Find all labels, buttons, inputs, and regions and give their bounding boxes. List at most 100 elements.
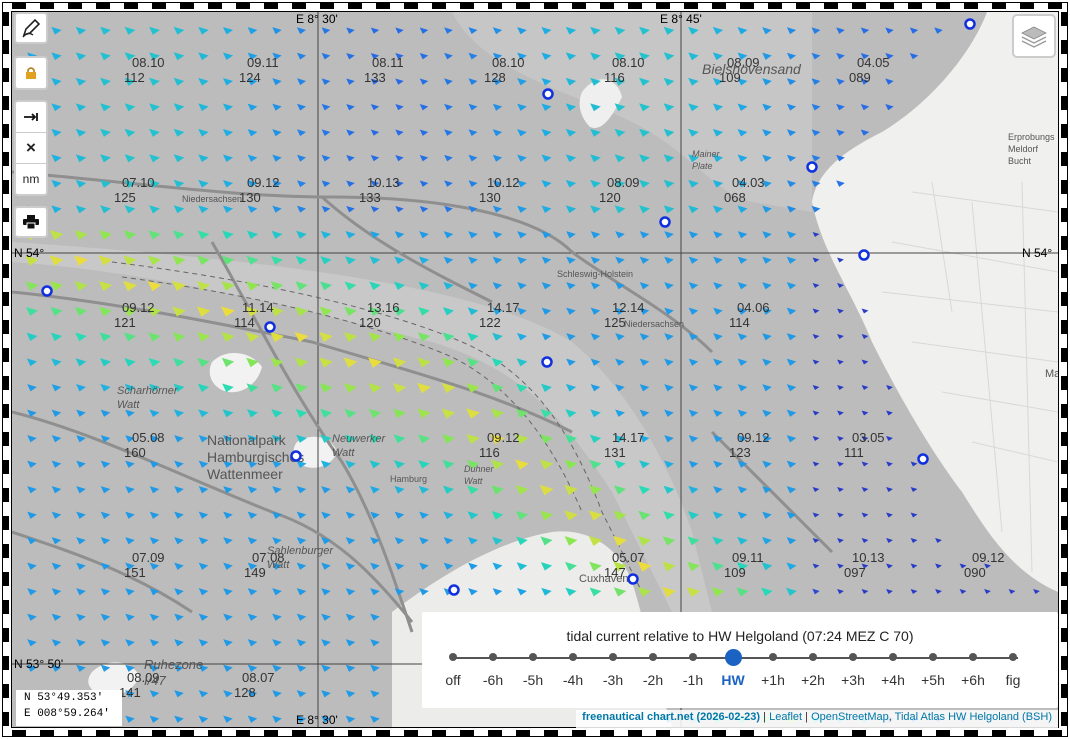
current-direction-label: 109 — [724, 565, 746, 580]
place-name-nationalpark: Nationalpark — [207, 432, 287, 448]
layers-button[interactable] — [1012, 14, 1056, 58]
current-speed-label: 07.09 — [132, 550, 165, 565]
tide-step-label--4h[interactable]: -4h — [553, 672, 593, 688]
tide-station-marker[interactable] — [627, 573, 639, 585]
arrow-right-bar-icon — [24, 113, 38, 121]
tide-step-dot-off[interactable] — [449, 653, 457, 661]
attribution: freenautical chart.net (2026-02-23) | Le… — [576, 710, 1058, 730]
tide-panel: tidal current relative to HW Helgoland (… — [422, 612, 1058, 708]
tide-step-dot--6h[interactable] — [489, 653, 497, 661]
place-name-duhner_watt: Watt — [464, 476, 483, 486]
tide-step-dot--2h[interactable] — [649, 653, 657, 661]
current-direction-label: 123 — [729, 445, 751, 460]
tide-step-label-+1h[interactable]: +1h — [753, 672, 793, 688]
tide-step-label-+4h[interactable]: +4h — [873, 672, 913, 688]
tide-step-dot--4h[interactable] — [569, 653, 577, 661]
attribution-osm-link[interactable]: OpenStreetMap — [811, 711, 889, 723]
tide-step-label-fig[interactable]: fig — [993, 672, 1033, 688]
tide-station-marker[interactable] — [806, 161, 818, 173]
tide-step-dot--1h[interactable] — [689, 653, 697, 661]
current-speed-label: 14.17 — [487, 300, 520, 315]
tide-step-dot-HW[interactable] — [724, 649, 742, 666]
tide-step-label-+5h[interactable]: +5h — [913, 672, 953, 688]
current-speed-label: 09.11 — [247, 55, 279, 70]
current-speed-label: 10.13 — [852, 550, 885, 565]
current-speed-label: 09.11 — [732, 550, 764, 565]
tide-step-dot-+1h[interactable] — [769, 653, 777, 661]
current-direction-label: 133 — [364, 70, 386, 85]
current-speed-label: 10.12 — [487, 175, 520, 190]
current-direction-label: 131 — [604, 445, 626, 460]
place-name-erprobungsstelle: Meldorf — [1008, 144, 1039, 154]
place-name-scharhorner_watt: Scharhörner — [117, 385, 179, 397]
current-direction-label: 122 — [479, 315, 501, 330]
tide-step-label-+3h[interactable]: +3h — [833, 672, 873, 688]
tide-step-dot-fig[interactable] — [1009, 653, 1017, 661]
tide-step-label-+6h[interactable]: +6h — [953, 672, 993, 688]
current-speed-label: 03.05 — [852, 430, 885, 445]
grid-label-lat-left-1: N 54° — [14, 246, 45, 260]
place-name-duhner_watt: Duhner — [464, 464, 495, 474]
tide-step-dot-+4h[interactable] — [889, 653, 897, 661]
current-speed-label: 08.09 — [607, 175, 640, 190]
current-direction-label: 068 — [724, 190, 746, 205]
current-direction-label: 116 — [604, 70, 625, 85]
current-speed-label: 04.06 — [737, 300, 770, 315]
tide-station-marker[interactable] — [541, 356, 553, 368]
tide-station-marker[interactable] — [264, 321, 276, 333]
tide-step-label--6h[interactable]: -6h — [473, 672, 513, 688]
print-button[interactable] — [16, 208, 46, 236]
tide-step-dot-+2h[interactable] — [809, 653, 817, 661]
tide-step-label--5h[interactable]: -5h — [513, 672, 553, 688]
place-name-erprobungsstelle: Bucht — [1008, 156, 1032, 166]
tide-station-marker[interactable] — [448, 584, 460, 596]
tide-station-marker[interactable] — [659, 216, 671, 228]
tide-station-marker[interactable] — [858, 249, 870, 261]
place-name-sahlenburger_watt: Watt — [267, 559, 290, 571]
tide-step-dot--5h[interactable] — [529, 653, 537, 661]
tide-step-label--1h[interactable]: -1h — [673, 672, 713, 688]
tide-step-label-HW[interactable]: HW — [713, 672, 753, 688]
attribution-sep: | — [802, 711, 812, 723]
attribution-leaflet-link[interactable]: Leaflet — [769, 711, 802, 723]
tide-step-label--3h[interactable]: -3h — [593, 672, 633, 688]
measure-button[interactable] — [16, 102, 46, 133]
pencil-icon — [22, 18, 41, 38]
tide-step-label--2h[interactable]: -2h — [633, 672, 673, 688]
tide-step-dot-+3h[interactable] — [849, 653, 857, 661]
tide-station-marker[interactable] — [964, 18, 976, 30]
current-direction-label: 111 — [844, 445, 864, 460]
current-direction-label: 133 — [359, 190, 381, 205]
tide-station-marker[interactable] — [542, 88, 554, 100]
tide-step-dot--3h[interactable] — [609, 653, 617, 661]
lock-button[interactable] — [16, 58, 46, 88]
current-speed-label: 14.17 — [612, 430, 645, 445]
current-speed-label: 05.08 — [132, 430, 165, 445]
current-direction-label: 149 — [244, 565, 266, 580]
grid-label-lat-right-1: N 54° — [1022, 246, 1053, 260]
attribution-atlas-link[interactable]: Tidal Atlas HW Helgoland (BSH) — [895, 711, 1052, 723]
place-name-mainer_plate: Mainer — [692, 149, 721, 159]
place-name-niedersachsen_1: Niedersachsen — [182, 194, 242, 204]
place-name-rubezone: I/47 — [144, 673, 166, 688]
current-speed-label: 12.14 — [612, 300, 645, 315]
current-speed-label: 09.12 — [247, 175, 280, 190]
tide-step-label-+2h[interactable]: +2h — [793, 672, 833, 688]
current-direction-label: 114 — [729, 315, 750, 330]
tide-step-dot-+5h[interactable] — [929, 653, 937, 661]
tide-panel-title: tidal current relative to HW Helgoland (… — [566, 628, 914, 644]
tide-step-label-off[interactable]: off — [433, 672, 473, 688]
units-button[interactable]: nm — [16, 164, 46, 194]
clear-measure-button[interactable]: × — [16, 133, 46, 164]
tide-station-marker[interactable] — [41, 285, 53, 297]
tide-step-dot-+6h[interactable] — [969, 653, 977, 661]
tide-station-marker[interactable] — [917, 453, 929, 465]
tide-station-marker[interactable] — [290, 450, 302, 462]
current-direction-label: 128 — [234, 685, 256, 700]
current-speed-label: 09.12 — [737, 430, 770, 445]
current-speed-label: 08.07 — [242, 670, 275, 685]
draw-button[interactable] — [16, 14, 46, 42]
attribution-site-link[interactable]: freenautical chart.net (2026-02-23) — [582, 711, 760, 723]
current-direction-label: 124 — [239, 70, 261, 85]
current-direction-label: 090 — [964, 565, 986, 580]
